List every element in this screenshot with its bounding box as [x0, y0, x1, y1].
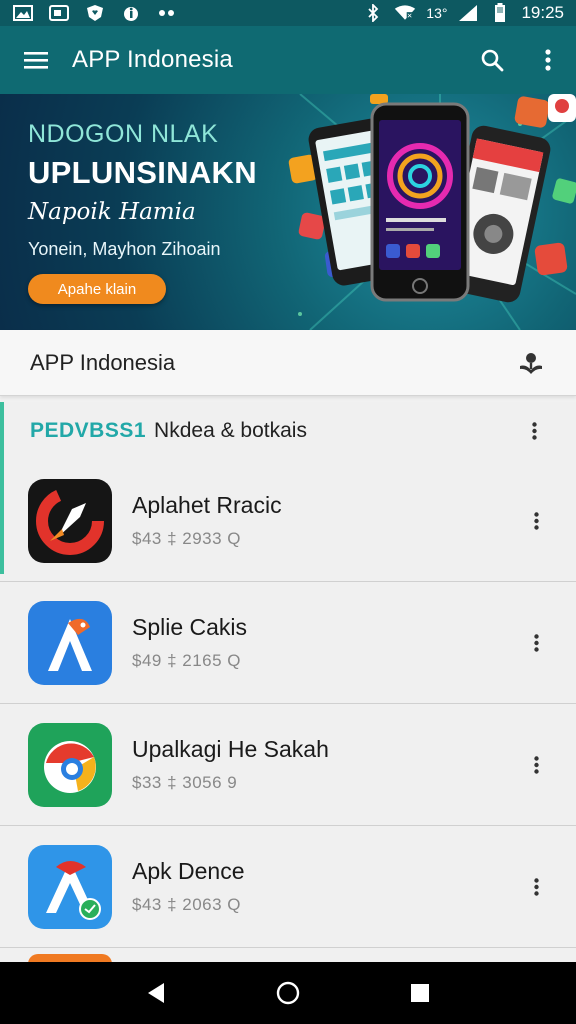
- overflow-menu-button[interactable]: [520, 26, 576, 94]
- banner-headline: UPLUNSINAKN: [28, 155, 257, 190]
- clock: 19:25: [521, 3, 564, 22]
- banner-cta-button[interactable]: Apahe klain: [28, 274, 166, 304]
- wifi-icon: ✕: [394, 4, 416, 22]
- recents-icon: [411, 984, 429, 1002]
- chrome-like-app-icon: [28, 722, 112, 807]
- download-button[interactable]: [516, 348, 546, 378]
- app-name: Apk Dence: [132, 858, 245, 884]
- search-icon: [481, 49, 504, 72]
- bluetooth-icon: [362, 4, 384, 22]
- banner-subheadline: Napoik Hamia: [28, 199, 196, 225]
- list-item[interactable]: Apk Dence $43 ‡ 2063 Q: [0, 826, 576, 948]
- selection-accent-bar: [0, 402, 4, 574]
- download-hand-icon: [520, 352, 542, 374]
- overflow-icon: [531, 422, 537, 440]
- section-title: APP Indonesia: [30, 349, 176, 375]
- list-header-more-button[interactable]: [522, 411, 546, 451]
- status-bar: ✕ 13° 19:25: [0, 0, 576, 26]
- app-meta: $43 ‡ 2063 Q: [132, 895, 242, 914]
- search-button[interactable]: [464, 26, 520, 94]
- list-item[interactable]: Upalkagi He Sakah $33 ‡ 3056 9: [0, 704, 576, 826]
- network-indicator: 13°: [426, 5, 448, 21]
- page-title: APP Indonesia: [72, 46, 233, 73]
- app-name: Splie Cakis: [132, 614, 248, 640]
- banner-kicker: NDOGON NLAK: [28, 120, 219, 148]
- banner-caption: Yonein, Mayhon Zihoain: [28, 239, 221, 259]
- app-meta: $43 ‡ 2933 Q: [132, 529, 242, 548]
- a-apk-app-icon: [28, 844, 112, 929]
- list-item[interactable]: Aplahet Rracic $43 ‡ 2933 Q: [0, 460, 576, 582]
- home-icon: [276, 981, 300, 1005]
- app-name: Upalkagi He Sakah: [132, 736, 329, 762]
- item-more-button[interactable]: [524, 867, 548, 907]
- overflow-icon: [533, 755, 539, 774]
- system-nav-bar: [0, 962, 576, 1024]
- screen-icon: [48, 4, 70, 22]
- gallery-icon: [12, 4, 34, 22]
- phones-illustration: [288, 94, 576, 303]
- menu-icon: [24, 52, 48, 69]
- banner-text: NDOGON NLAK UPLUNSINAKN Napoik Hamia Yon…: [28, 120, 298, 260]
- item-more-button[interactable]: [524, 623, 548, 663]
- section-header: APP Indonesia: [0, 330, 576, 396]
- app-meta: $49 ‡ 2165 Q: [132, 651, 242, 670]
- item-more-button[interactable]: [524, 745, 548, 785]
- home-button[interactable]: [268, 973, 308, 1013]
- overflow-icon: [533, 511, 539, 530]
- battery-icon: [489, 3, 511, 22]
- promo-banner[interactable]: NDOGON NLAK UPLUNSINAKN Napoik Hamia Yon…: [0, 94, 576, 330]
- app-bar: APP Indonesia: [0, 26, 576, 94]
- list-item[interactable]: Splie Cakis $49 ‡ 2165 Q: [0, 582, 576, 704]
- recents-button[interactable]: [400, 973, 440, 1013]
- overflow-icon: [533, 633, 539, 652]
- item-more-button[interactable]: [524, 501, 548, 541]
- more-dots-icon: [156, 4, 178, 22]
- app-meta: $33 ‡ 3056 9: [132, 773, 238, 792]
- app-name: Aplahet Rracic: [132, 492, 282, 518]
- list-header: PEDVBSS1 Nkdea & botkais: [0, 402, 576, 460]
- a-bird-app-icon: [28, 600, 112, 685]
- list-heading: Nkdea & botkais: [154, 419, 307, 442]
- heart-shield-icon: [84, 4, 106, 22]
- app-list: PEDVBSS1 Nkdea & botkais Aplahet Rracic …: [0, 402, 576, 964]
- list-kicker: PEDVBSS1: [30, 419, 147, 442]
- rocket-app-icon: [28, 478, 112, 563]
- menu-button[interactable]: [0, 26, 72, 94]
- signal-icon: [457, 4, 479, 22]
- back-button[interactable]: [136, 973, 176, 1013]
- svg-text:✕: ✕: [407, 12, 413, 20]
- overflow-icon: [533, 877, 539, 896]
- overflow-icon: [545, 49, 551, 71]
- back-icon: [148, 983, 164, 1003]
- info-drop-icon: [120, 4, 142, 22]
